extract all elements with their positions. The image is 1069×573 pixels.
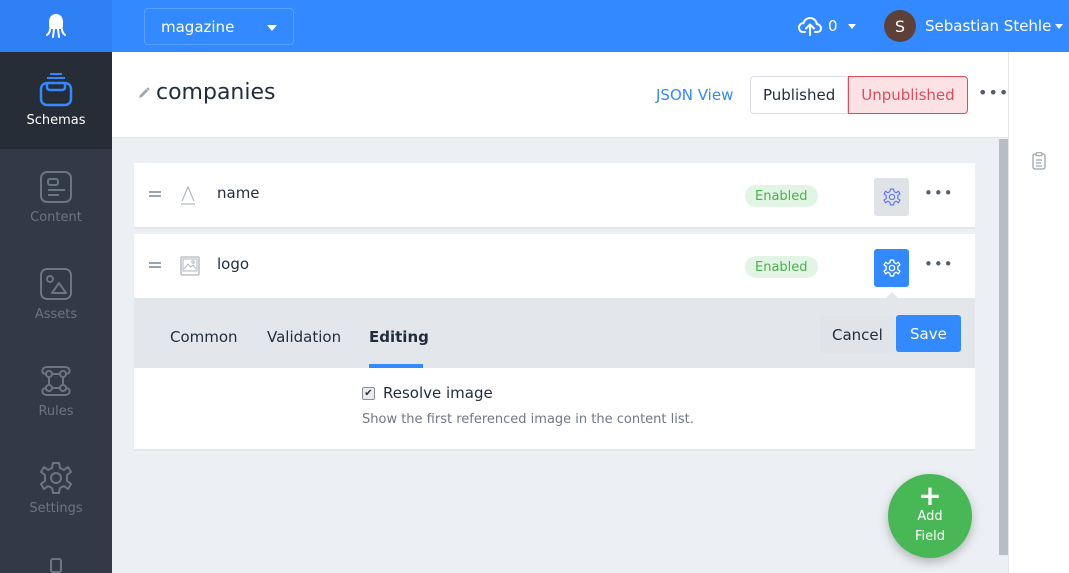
editing-panel: ✔ Resolve image Show the first reference… (134, 368, 975, 449)
add-field-label-line2: Field (914, 529, 945, 544)
field-name: logo (217, 255, 250, 273)
clipboard-icon[interactable] (1032, 152, 1046, 170)
sidebar-item-rules[interactable]: Rules (0, 343, 112, 440)
more-options-icon[interactable]: ••• (924, 184, 954, 202)
app-selector[interactable]: magazine (144, 8, 294, 45)
chevron-down-icon (847, 23, 856, 29)
pencil-icon (139, 86, 150, 98)
scrollbar[interactable] (999, 139, 1008, 555)
more-options-icon[interactable]: ••• (924, 255, 954, 273)
uploads-menu[interactable]: 0 (798, 12, 856, 40)
more-options-icon[interactable]: ••• (978, 83, 1009, 102)
avatar: S (884, 10, 916, 42)
tab-common[interactable]: Common (170, 328, 238, 346)
tab-validation[interactable]: Validation (267, 328, 341, 346)
unpublished-button[interactable]: Unpublished (848, 76, 968, 114)
sidebar-item-label: Content (30, 210, 82, 225)
save-button[interactable]: Save (896, 315, 961, 352)
app-selector-value: magazine (161, 17, 235, 36)
more-nav-icon[interactable] (50, 558, 62, 573)
drag-handle-icon[interactable] (149, 191, 161, 197)
sidebar: Schemas Content Assets Rules Settings (0, 52, 112, 573)
sidebar-item-schemas[interactable]: Schemas (0, 52, 112, 149)
field-row: name Enabled ••• (134, 163, 975, 229)
content-icon (40, 171, 72, 203)
field-settings-button[interactable] (874, 178, 909, 216)
user-menu[interactable]: S Sebastian Stehle (884, 9, 1064, 43)
sidebar-item-assets[interactable]: Assets (0, 246, 112, 343)
settings-icon (40, 462, 72, 494)
published-button[interactable]: Published (750, 76, 849, 114)
resolve-image-hint: Show the first referenced image in the c… (362, 412, 694, 427)
resolve-image-checkbox[interactable]: ✔ (362, 386, 375, 400)
add-field-button[interactable]: + Add Field (888, 474, 972, 558)
image-icon (180, 256, 200, 276)
field-row: logo Enabled ••• Common Validation Editi… (134, 234, 975, 451)
drag-handle-icon[interactable] (149, 262, 161, 268)
schema-header: companies JSON View Published Unpublishe… (112, 52, 1047, 138)
app-logo[interactable] (0, 0, 112, 52)
cancel-button[interactable]: Cancel (820, 316, 895, 353)
top-bar: magazine 0 S Sebastian Stehle (0, 0, 1069, 52)
user-name: Sebastian Stehle (925, 17, 1052, 35)
chevron-down-icon (1055, 23, 1064, 29)
field-name: name (217, 184, 260, 202)
field-settings-button[interactable] (874, 249, 909, 287)
string-icon (181, 185, 195, 205)
publish-toggle: Published Unpublished (750, 76, 968, 114)
page-title: companies (156, 80, 276, 105)
sidebar-item-label: Settings (29, 501, 83, 516)
tab-editing[interactable]: Editing (369, 328, 429, 346)
chevron-down-icon (267, 25, 277, 31)
schema-title[interactable]: companies (138, 80, 276, 105)
resolve-image-option[interactable]: ✔ Resolve image (362, 384, 493, 402)
right-panel (1008, 52, 1069, 573)
resolve-image-label: Resolve image (383, 384, 493, 402)
field-editor-tabs: Common Validation Editing Cancel Save (134, 298, 975, 368)
schemas-icon (39, 73, 73, 107)
sidebar-item-settings[interactable]: Settings (0, 440, 112, 537)
assets-icon (40, 268, 72, 300)
plus-icon: + (918, 479, 942, 512)
status-badge: Enabled (745, 256, 818, 278)
cloud-upload-icon (798, 16, 822, 36)
add-field-label-line1: Add (917, 509, 943, 524)
sidebar-item-label: Schemas (26, 113, 86, 128)
sidebar-item-label: Assets (34, 307, 78, 322)
rules-icon (41, 366, 71, 396)
sidebar-item-label: Rules (38, 404, 74, 419)
uploads-count: 0 (828, 17, 838, 35)
status-badge: Enabled (745, 185, 818, 207)
sidebar-item-content[interactable]: Content (0, 149, 112, 246)
gear-icon (883, 188, 900, 206)
gear-icon (882, 259, 901, 277)
json-view-link[interactable]: JSON View (656, 86, 733, 104)
squid-logo-icon (46, 14, 66, 38)
